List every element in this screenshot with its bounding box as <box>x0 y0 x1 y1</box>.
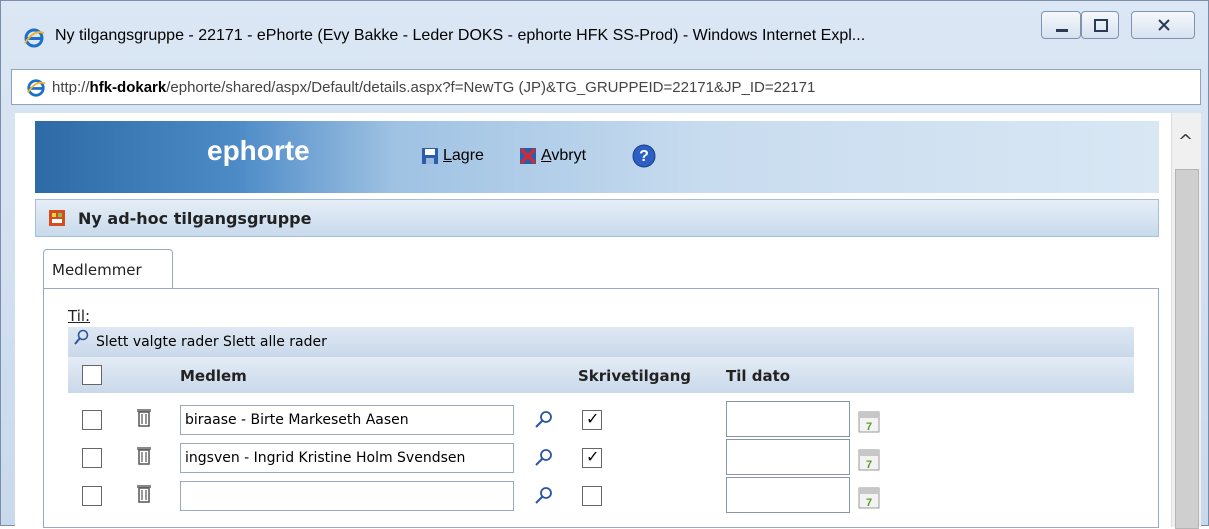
table-row: 7 <box>68 477 1134 517</box>
cancel-icon <box>519 147 537 165</box>
window-title: Ny tilgangsgruppe - 22171 - ePhorte (Evy… <box>55 27 866 44</box>
lookup-icon[interactable] <box>534 447 554 467</box>
help-icon: ? <box>632 144 656 168</box>
address-bar[interactable]: http://hfk-dokark/ephorte/shared/aspx/De… <box>11 69 1201 105</box>
member-field[interactable]: biraase - Birte Markeseth Aasen <box>180 405 514 435</box>
row-actions-bar: Slett valgte rader Slett alle rader <box>68 327 1134 357</box>
trash-icon[interactable] <box>136 407 152 427</box>
cancel-label: Avbryt <box>541 147 587 164</box>
svg-text:7: 7 <box>866 497 872 509</box>
skrivetilgang-checkbox[interactable] <box>582 409 602 430</box>
trash-icon[interactable] <box>136 445 152 465</box>
lookup-icon[interactable] <box>534 409 554 429</box>
table-row: ingsven - Ingrid Kristine Holm Svendsen … <box>68 439 1134 479</box>
save-icon <box>422 148 438 164</box>
app-banner: ephorte Lagre Avbryt ? <box>35 121 1159 193</box>
members-panel: Til: Slett valgte rader Slett alle rader… <box>43 288 1159 528</box>
save-button[interactable]: Lagre <box>421 143 484 169</box>
scroll-up-icon[interactable]: ^ <box>1178 131 1193 152</box>
address-url: http://hfk-dokark/ephorte/shared/aspx/De… <box>52 79 815 96</box>
maximize-button[interactable] <box>1081 11 1119 39</box>
col-medlem[interactable]: Medlem <box>180 367 247 385</box>
row-select-checkbox[interactable] <box>82 410 102 430</box>
ie-icon <box>27 79 46 97</box>
til-dato-field[interactable] <box>726 439 850 475</box>
url-host: hfk-dokark <box>89 79 167 96</box>
member-field[interactable] <box>180 481 514 511</box>
close-button[interactable] <box>1131 11 1195 39</box>
col-skrivetilgang[interactable]: Skrivetilgang <box>578 367 691 385</box>
page-content: ^ ephorte Lagre Avbryt ? Ny ad-hoc tilga… <box>15 113 1201 529</box>
url-prefix: http:// <box>52 79 90 96</box>
help-button[interactable]: ? <box>631 143 657 169</box>
calendar-icon[interactable]: 7 <box>858 409 880 433</box>
lookup-icon[interactable] <box>534 485 554 505</box>
tab-label: Medlemmer <box>52 261 142 279</box>
tab-medlemmer[interactable]: Medlemmer <box>43 249 173 289</box>
til-label: Til: <box>68 307 91 325</box>
table-row: biraase - Birte Markeseth Aasen 7 <box>68 401 1134 441</box>
svg-text:7: 7 <box>866 459 872 471</box>
close-icon <box>1158 19 1170 31</box>
section-header: Ny ad-hoc tilgangsgruppe <box>35 199 1159 237</box>
skrivetilgang-checkbox[interactable] <box>582 447 602 468</box>
browser-window: Ny tilgangsgruppe - 22171 - ePhorte (Evy… <box>0 0 1209 529</box>
maximize-icon <box>1094 19 1108 32</box>
cancel-button[interactable]: Avbryt <box>519 143 586 169</box>
minimize-button[interactable] <box>1041 11 1081 39</box>
calendar-icon[interactable]: 7 <box>858 485 880 509</box>
group-icon <box>49 210 65 226</box>
skrivetilgang-checkbox[interactable] <box>582 486 602 506</box>
window-controls <box>1041 11 1201 41</box>
delete-rows-links[interactable]: Slett valgte rader Slett alle rader <box>96 334 327 350</box>
minimize-icon <box>1056 29 1068 32</box>
member-field[interactable]: ingsven - Ingrid Kristine Holm Svendsen <box>180 443 514 473</box>
title-bar: Ny tilgangsgruppe - 22171 - ePhorte (Evy… <box>1 1 1208 65</box>
vertical-scrollbar[interactable]: ^ <box>1171 113 1201 529</box>
ie-icon <box>24 28 45 48</box>
select-all-checkbox[interactable] <box>82 365 102 385</box>
svg-text:7: 7 <box>866 421 872 433</box>
row-select-checkbox[interactable] <box>82 486 102 506</box>
lookup-icon <box>74 329 89 345</box>
calendar-icon[interactable]: 7 <box>858 447 880 471</box>
trash-icon[interactable] <box>136 483 152 503</box>
scroll-thumb[interactable] <box>1175 169 1199 529</box>
grid-header: Medlem Skrivetilgang Til dato <box>68 357 1134 393</box>
til-dato-field[interactable] <box>726 401 850 437</box>
section-title: Ny ad-hoc tilgangsgruppe <box>78 209 312 228</box>
row-select-checkbox[interactable] <box>82 448 102 468</box>
ephorte-logo: ephorte <box>207 135 310 166</box>
url-path: /ephorte/shared/aspx/Default/details.asp… <box>166 79 816 96</box>
svg-text:?: ? <box>639 148 649 165</box>
col-til-dato[interactable]: Til dato <box>726 367 790 385</box>
til-dato-field[interactable] <box>726 477 850 513</box>
save-label: Lagre <box>443 147 484 164</box>
